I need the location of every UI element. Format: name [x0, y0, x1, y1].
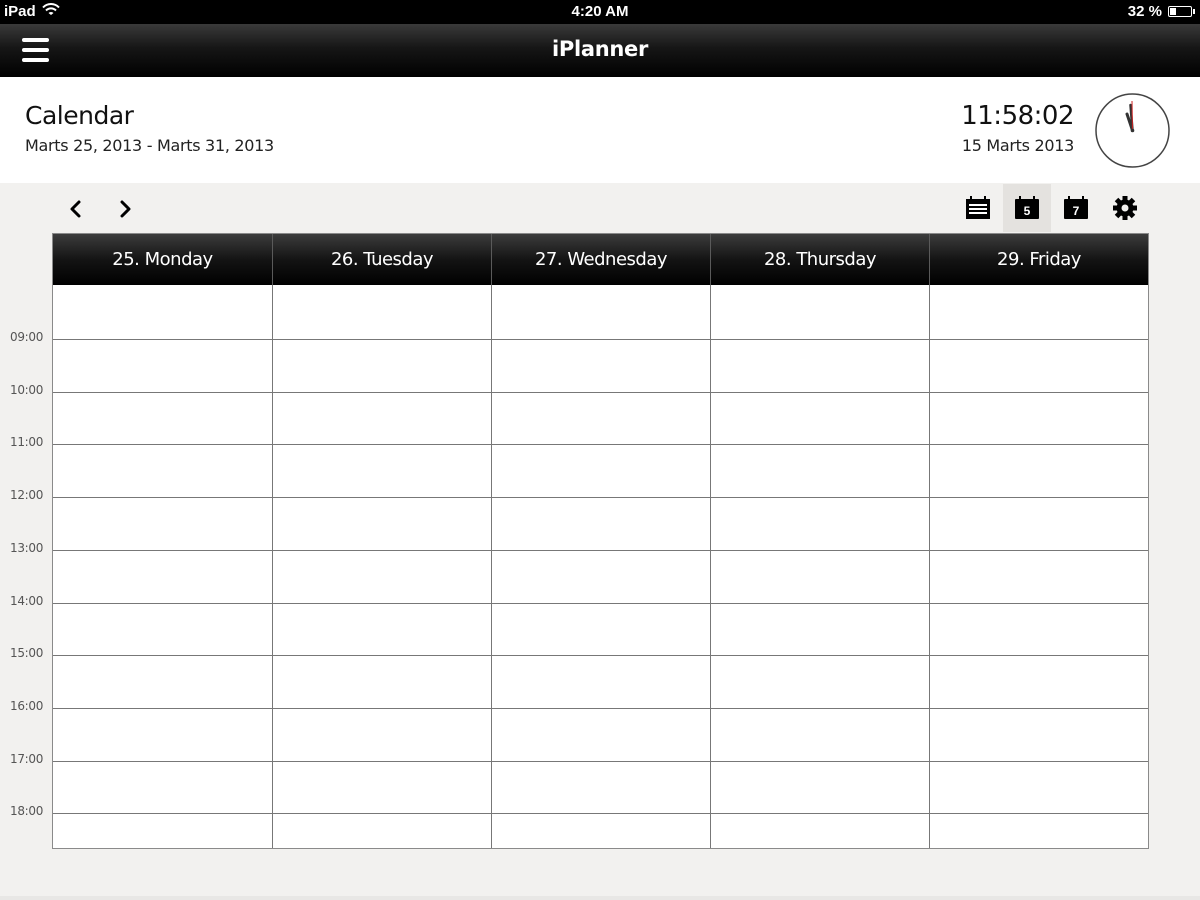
seven-day-label: 7 — [1073, 204, 1080, 218]
hour-line — [53, 655, 1148, 657]
next-week-icon[interactable] — [113, 197, 137, 221]
status-bar: iPad 4:20 AM 32 % — [0, 0, 1200, 24]
calendar-7-icon: 7 — [1064, 196, 1088, 219]
day-column-divider — [929, 285, 930, 848]
page-title: Calendar — [25, 101, 134, 130]
battery-fill — [1170, 8, 1177, 15]
seven-day-view-button[interactable]: 7 — [1052, 184, 1100, 232]
time-label: 13:00 — [10, 540, 44, 555]
time-label: 16:00 — [10, 698, 44, 713]
time-slot-grid[interactable] — [53, 285, 1148, 848]
time-label: 12:00 — [10, 488, 44, 503]
settings-button[interactable] — [1101, 184, 1149, 232]
time-label: 14:00 — [10, 593, 44, 608]
day-column-divider — [272, 285, 273, 848]
day-header-friday[interactable]: 29. Friday — [929, 234, 1148, 285]
day-header-monday[interactable]: 25. Monday — [53, 234, 272, 285]
current-date: 15 Marts 2013 — [961, 136, 1074, 155]
week-calendar-grid: 25. Monday 26. Tuesday 27. Wednesday 28.… — [52, 233, 1149, 849]
day-header-wednesday[interactable]: 27. Wednesday — [491, 234, 710, 285]
app-nav-bar: iPlanner — [0, 24, 1200, 77]
calendar-5-icon: 5 — [1015, 196, 1039, 219]
day-header-row: 25. Monday 26. Tuesday 27. Wednesday 28.… — [53, 234, 1148, 285]
gear-icon — [1113, 196, 1137, 220]
previous-week-icon[interactable] — [64, 197, 88, 221]
hour-line — [53, 602, 1148, 604]
hour-line — [53, 813, 1148, 815]
five-day-label: 5 — [1024, 204, 1031, 218]
time-label: 15:00 — [10, 646, 44, 661]
date-range: Marts 25, 2013 - Marts 31, 2013 — [25, 136, 274, 155]
battery-icon — [1168, 6, 1195, 17]
day-header-thursday[interactable]: 28. Thursday — [710, 234, 929, 285]
time-label: 09:00 — [10, 330, 44, 344]
status-time: 4:20 AM — [571, 3, 629, 20]
bottom-edge — [0, 896, 1200, 900]
hour-line — [53, 497, 1148, 499]
calendar-header: Calendar Marts 25, 2013 - Marts 31, 2013… — [0, 77, 1200, 183]
hour-line — [53, 549, 1148, 551]
hour-line — [53, 444, 1148, 446]
hour-line — [53, 760, 1148, 762]
app-title: iPlanner — [551, 37, 649, 61]
time-label: 10:00 — [10, 382, 44, 397]
day-column-divider — [710, 285, 711, 848]
hour-line — [53, 339, 1148, 340]
five-day-view-button[interactable]: 5 — [1003, 184, 1051, 232]
hour-line — [53, 707, 1148, 709]
time-label: 18:00 — [10, 804, 44, 819]
analog-clock-icon — [1095, 93, 1170, 168]
hour-line — [53, 391, 1148, 393]
day-column-divider — [491, 285, 492, 848]
list-view-button[interactable] — [954, 184, 1002, 232]
list-calendar-icon — [966, 196, 990, 219]
time-label: 11:00 — [10, 435, 44, 450]
time-label: 17:00 — [10, 751, 44, 766]
battery-percent: 32 % — [1127, 3, 1162, 20]
day-header-tuesday[interactable]: 26. Tuesday — [272, 234, 491, 285]
digital-clock: 11:58:02 — [961, 101, 1074, 131]
